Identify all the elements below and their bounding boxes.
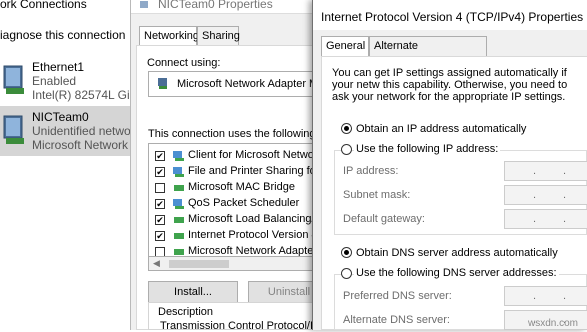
list-item[interactable]: ✔ File and Printer Sharing for M xyxy=(149,164,330,179)
components-label: This connection uses the following ite xyxy=(148,128,331,140)
component-label: Client for Microsoft Networks xyxy=(188,149,329,161)
component-checkbox[interactable]: ✔ xyxy=(155,215,165,225)
adapter-name: Microsoft Network Adapter Mult xyxy=(177,78,330,90)
network-connections-window: ork Connections iagnose this connection … xyxy=(0,0,143,330)
adapter-field: Microsoft Network Adapter Mult xyxy=(148,71,330,97)
component-checkbox[interactable]: ✔ xyxy=(155,167,165,177)
service-icon xyxy=(173,199,184,209)
subnet-mask-label: Subnet mask: xyxy=(343,189,411,201)
dns-auto-radio[interactable] xyxy=(341,247,352,258)
network-adapter-icon xyxy=(3,115,24,144)
component-checkbox[interactable]: ✔ xyxy=(155,199,165,209)
nic-properties-titlebar: NICTeam0 Properties xyxy=(131,0,331,14)
preferred-dns-label: Preferred DNS server: xyxy=(343,290,452,302)
description-label: Description xyxy=(156,306,216,318)
connection-status: Enabled xyxy=(32,74,77,88)
ip-address-label: IP address: xyxy=(343,165,399,177)
list-item[interactable]: ✔ Client for Microsoft Networks xyxy=(149,148,329,163)
connection-item-ethernet1[interactable]: Ethernet1 Enabled Intel(R) 82574L Giga xyxy=(0,56,143,106)
protocol-icon xyxy=(174,217,184,223)
connection-status: Unidentified network xyxy=(32,124,141,138)
alternate-dns-label: Alternate DNS server: xyxy=(343,314,450,326)
nic-properties-title: NICTeam0 Properties xyxy=(158,0,273,11)
network-adapter-icon xyxy=(3,65,24,94)
protocol-icon xyxy=(174,185,184,191)
toolbar: iagnose this connection xyxy=(0,22,140,48)
horizontal-scrollbar[interactable]: ◀ xyxy=(148,256,330,271)
connection-name: NICTeam0 xyxy=(32,110,89,124)
list-item[interactable]: ✔ Internet Protocol Version 4 (T xyxy=(149,228,330,243)
component-label: Microsoft MAC Bridge xyxy=(188,181,295,193)
tab-networking[interactable]: Networking xyxy=(139,26,199,47)
ip-manual-label[interactable]: Use the following IP address: xyxy=(354,143,501,155)
component-checkbox[interactable] xyxy=(155,183,165,193)
component-label: File and Printer Sharing for M xyxy=(188,165,330,177)
ip-address-field[interactable]: .. xyxy=(504,161,587,181)
client-icon xyxy=(173,151,184,161)
default-gateway-field[interactable]: .. xyxy=(504,209,587,229)
dns-manual-label[interactable]: Use the following DNS server addresses: xyxy=(354,267,559,279)
dns-manual-radio[interactable] xyxy=(341,268,352,279)
network-icon xyxy=(140,1,148,8)
network-connections-title: ork Connections xyxy=(0,0,140,16)
component-label: Internet Protocol Version 4 (T xyxy=(188,229,330,241)
component-checkbox[interactable]: ✔ xyxy=(155,231,165,241)
ipv4-title: Internet Protocol Version 4 (TCP/IPv4) P… xyxy=(321,10,584,24)
dns-auto-label[interactable]: Obtain DNS server address automatically xyxy=(356,247,558,259)
tab-sharing[interactable]: Sharing xyxy=(197,26,240,46)
description-text: Transmission Control Protocol/Inter xyxy=(160,320,332,332)
connection-item-nicteam0[interactable]: NICTeam0 Unidentified network Microsoft … xyxy=(0,106,141,156)
connect-using-label: Connect using: xyxy=(147,57,221,69)
components-list[interactable]: ✔ Client for Microsoft Networks ✔ File a… xyxy=(148,143,330,271)
default-gateway-label: Default gateway: xyxy=(343,213,425,225)
ip-auto-label[interactable]: Obtain an IP address automatically xyxy=(356,123,526,135)
protocol-icon xyxy=(174,233,184,239)
info-text: You can get IP settings assigned automat… xyxy=(332,67,568,103)
component-label: QoS Packet Scheduler xyxy=(188,197,300,209)
component-label: Microsoft Load Balancing/Fa xyxy=(188,213,328,225)
preferred-dns-field[interactable]: .. xyxy=(504,286,587,306)
ipv4-titlebar: Internet Protocol Version 4 (TCP/IPv4) P… xyxy=(313,0,587,30)
install-button[interactable]: Install... xyxy=(148,281,238,303)
watermark: wsxdn.com xyxy=(528,318,579,329)
ip-auto-radio[interactable] xyxy=(341,123,352,134)
list-item[interactable]: Microsoft MAC Bridge xyxy=(149,180,329,195)
list-item[interactable]: ✔ QoS Packet Scheduler xyxy=(149,196,329,211)
scroll-left-icon[interactable]: ◀ xyxy=(153,258,160,269)
ip-manual-radio[interactable] xyxy=(341,144,352,155)
service-icon xyxy=(173,167,184,177)
subnet-mask-field[interactable]: .. xyxy=(504,185,587,205)
tab-alternate-configuration[interactable]: Alternate Configuration xyxy=(369,36,487,70)
list-item[interactable]: ✔ Microsoft Load Balancing/Fa xyxy=(149,212,329,227)
connection-name: Ethernet1 xyxy=(32,60,85,74)
scrollbar-thumb[interactable] xyxy=(169,260,229,268)
diagnose-connection-button[interactable]: iagnose this connection xyxy=(0,28,125,42)
connection-device: Microsoft Network A xyxy=(32,138,139,152)
tab-general[interactable]: General xyxy=(321,36,369,57)
component-checkbox[interactable]: ✔ xyxy=(155,151,165,161)
network-adapter-icon xyxy=(158,78,167,89)
connection-device: Intel(R) 82574L Giga xyxy=(32,88,143,102)
